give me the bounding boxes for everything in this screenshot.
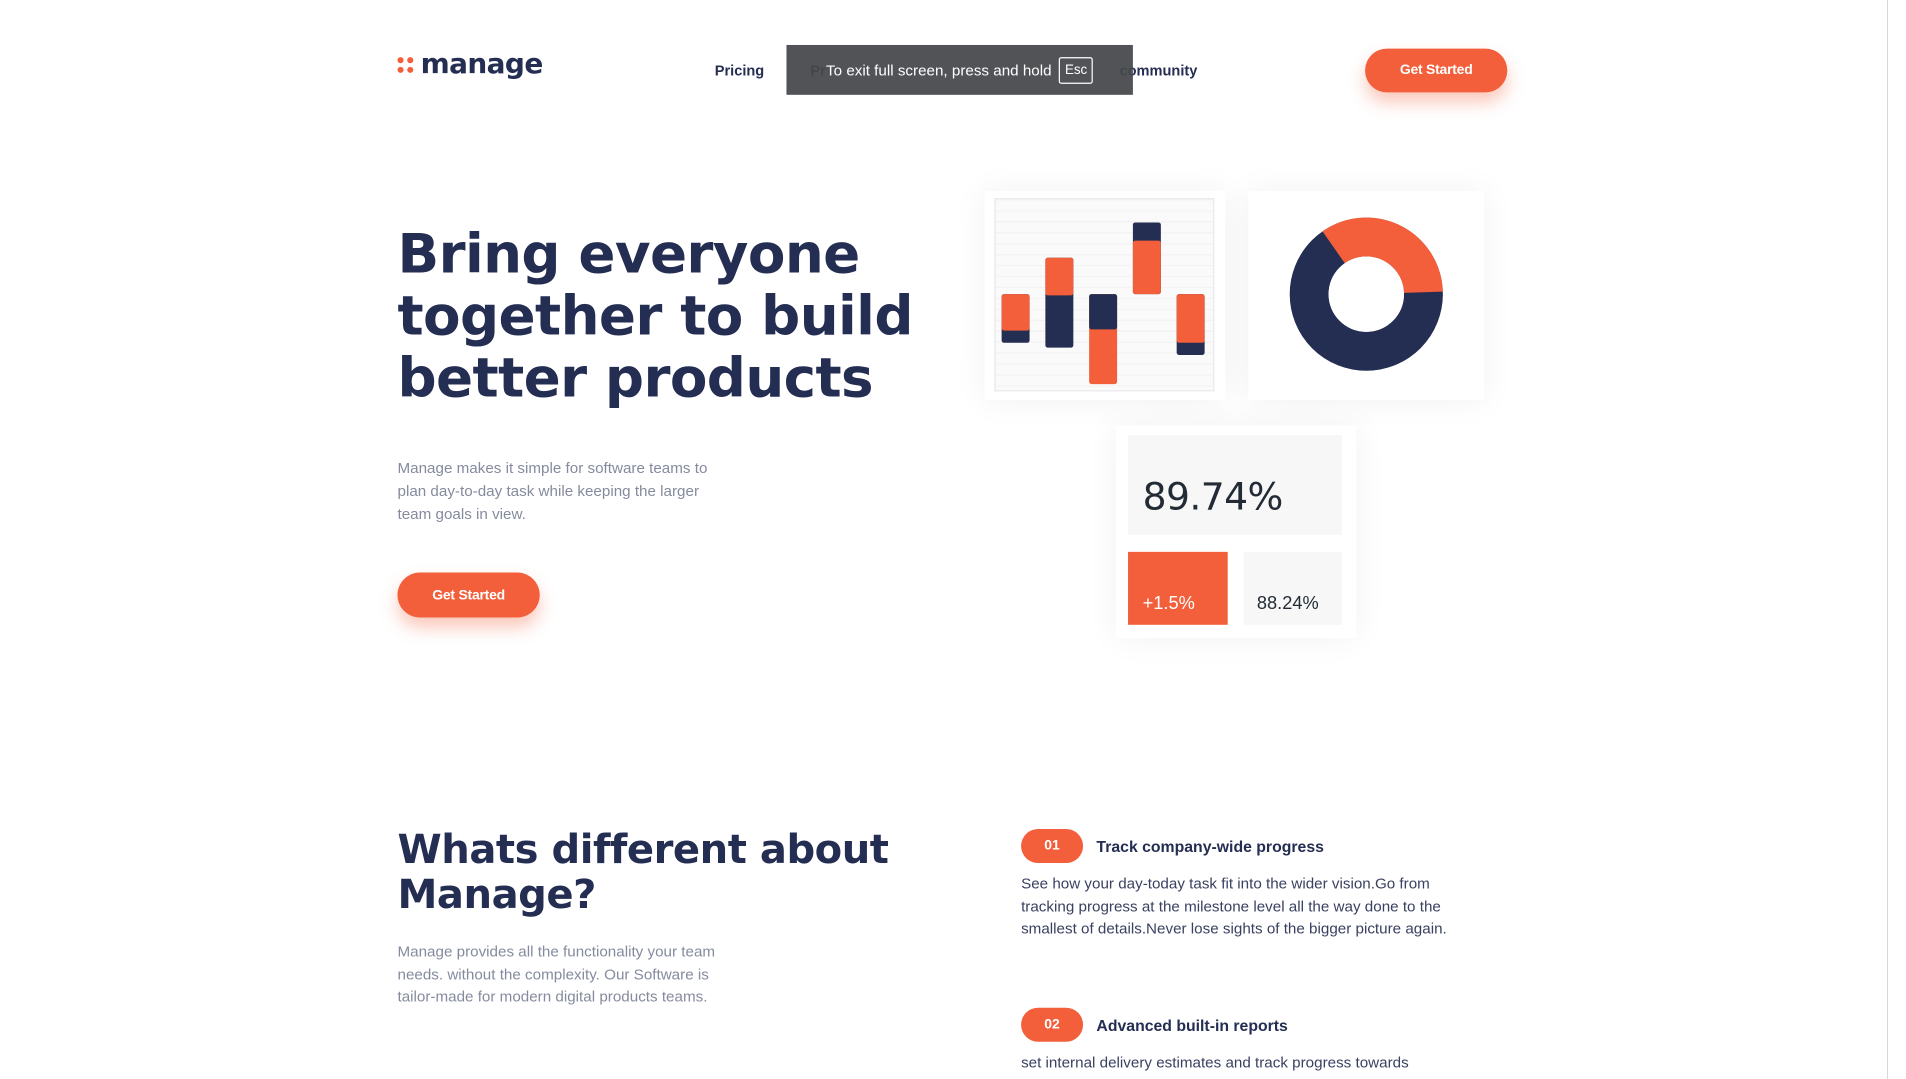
nav-link-pricing[interactable]: Pricing (715, 62, 764, 79)
increase-stat-panel: +1.5% (1128, 551, 1228, 625)
hero-get-started-button[interactable]: Get Started (397, 572, 540, 618)
features-description: Manage provides all the functionality yo… (397, 943, 716, 1006)
logo-dots-icon (397, 56, 414, 73)
logo[interactable]: manage (397, 48, 544, 81)
logo-text: manage (420, 48, 544, 81)
vertical-scrollbar[interactable] (1887, 0, 1906, 1079)
increase-stat-value: +1.5% (1142, 593, 1195, 614)
main-stat-panel: 89.74% (1128, 435, 1342, 535)
feature-header: 01 Track company-wide progress (1021, 829, 1459, 864)
feature-text: See how your day-today task fit into the… (1021, 875, 1447, 938)
page: manage Pricing Pr community Get Started … (0, 0, 1906, 1079)
feature-header: 02 Advanced built-in reports (1021, 1007, 1459, 1042)
secondary-stat-value: 88.24% (1256, 593, 1319, 614)
stats-card: 89.74% +1.5% 88.24% (1115, 425, 1357, 639)
bar-1-orange (1001, 294, 1030, 331)
secondary-stat-panel: 88.24% (1243, 551, 1342, 625)
esc-key-badge: Esc (1058, 56, 1094, 84)
features-title: Whats different about Manage? (397, 825, 889, 918)
bar-chart-graphic (994, 198, 1215, 392)
hero-description: Manage makes it simple for software team… (397, 459, 708, 523)
fullscreen-exit-notice: To exit full screen, press and hold Esc (786, 44, 1133, 95)
bar-5-orange (1176, 294, 1205, 343)
donut-hole (1328, 256, 1404, 332)
header-get-started-button[interactable]: Get Started (1365, 48, 1508, 93)
feature-item: 01 Track company-wide progress See how y… (1021, 829, 1459, 940)
feature-item: 02 Advanced built-in reports set interna… (1021, 1007, 1459, 1074)
bar-4-orange (1132, 240, 1161, 295)
landing-page: manage Pricing Pr community Get Started … (0, 0, 1906, 1079)
feature-title: Advanced built-in reports (1096, 1015, 1288, 1034)
feature-number-badge: 01 (1021, 829, 1084, 864)
donut-chart-card (1248, 190, 1485, 400)
bar-3-navy (1089, 294, 1118, 330)
feature-text: set internal delivery estimates and trac… (1021, 1053, 1409, 1071)
hero-title: Bring everyone together to build better … (397, 221, 913, 410)
scrollbar-thumb[interactable] (1891, 0, 1902, 1079)
bar-2-orange (1045, 257, 1074, 296)
main-stat-value: 89.74% (1142, 475, 1284, 520)
bar-chart-card (984, 190, 1226, 400)
fullscreen-notice-text: To exit full screen, press and hold (826, 61, 1052, 79)
feature-title: Track company-wide progress (1096, 836, 1324, 856)
donut-chart-illustration (1289, 217, 1443, 371)
bar-chart-illustration (1001, 222, 1205, 385)
feature-number-badge: 02 (1021, 1007, 1084, 1042)
